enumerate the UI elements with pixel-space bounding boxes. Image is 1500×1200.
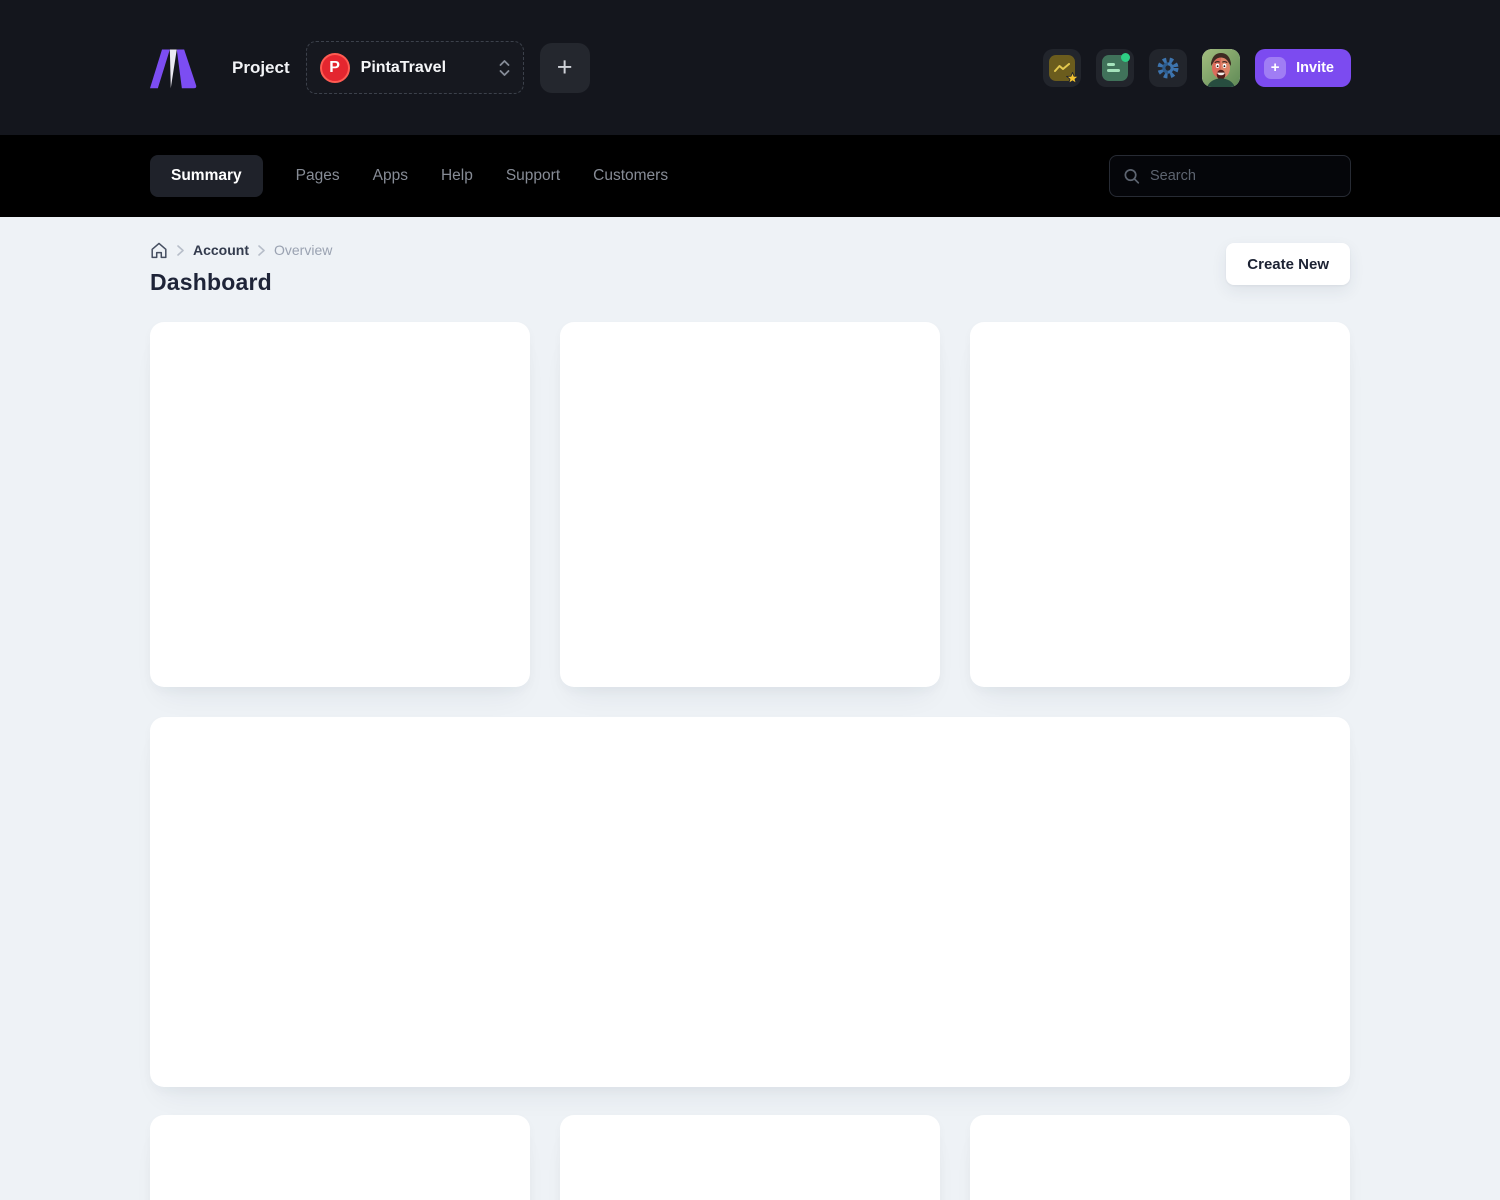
search-input[interactable] (1150, 168, 1337, 184)
star-icon (1066, 72, 1079, 85)
chevron-up-down-icon (499, 58, 510, 78)
card (150, 1115, 530, 1200)
main-nav: Summary Pages Apps Help Support Customer… (0, 135, 1500, 217)
notes-button[interactable] (1096, 49, 1134, 87)
card (150, 322, 530, 687)
main-content: Account Overview Dashboard Create New (0, 217, 1500, 1200)
home-icon[interactable] (150, 242, 168, 259)
chevron-right-icon (177, 245, 184, 256)
project-name: PintaTravel (361, 59, 499, 77)
breadcrumb: Account Overview (150, 241, 332, 259)
user-avatar[interactable] (1202, 49, 1240, 87)
card (560, 322, 940, 687)
card (970, 322, 1350, 687)
notes-icon (1102, 55, 1128, 81)
search-box[interactable] (1109, 155, 1351, 197)
settings-button[interactable] (1149, 49, 1187, 87)
breadcrumb-account[interactable]: Account (193, 242, 249, 258)
app-header: Project P PintaTravel + (0, 0, 1500, 135)
project-badge: P (320, 53, 350, 83)
add-project-button[interactable]: + (540, 43, 590, 93)
avatar-image (1202, 49, 1240, 87)
header-actions: + Invite (1043, 49, 1351, 87)
tab-support[interactable]: Support (506, 155, 560, 197)
brand-logo-icon[interactable] (150, 47, 198, 89)
page-head-left: Account Overview Dashboard (150, 241, 332, 296)
top-cards-row (150, 322, 1350, 687)
project-select[interactable]: P PintaTravel (306, 41, 524, 94)
tab-customers[interactable]: Customers (593, 155, 668, 197)
gear-icon (1156, 56, 1180, 80)
invite-button[interactable]: + Invite (1255, 49, 1351, 87)
notification-dot (1121, 53, 1130, 62)
tab-summary[interactable]: Summary (150, 155, 263, 197)
project-label: Project (232, 58, 290, 78)
wide-card (150, 717, 1350, 1087)
bottom-cards-row (150, 1115, 1350, 1200)
chevron-right-icon (258, 245, 265, 256)
card (970, 1115, 1350, 1200)
page-title: Dashboard (150, 269, 332, 296)
analytics-button[interactable] (1043, 49, 1081, 87)
tab-apps[interactable]: Apps (373, 155, 408, 197)
trend-chart-icon (1049, 55, 1075, 81)
tab-pages[interactable]: Pages (296, 155, 340, 197)
plus-icon: + (1264, 57, 1286, 79)
search-icon (1123, 167, 1140, 185)
create-new-button[interactable]: Create New (1226, 243, 1350, 285)
breadcrumb-overview: Overview (274, 242, 332, 258)
card (560, 1115, 940, 1200)
nav-tabs: Summary Pages Apps Help Support Customer… (150, 155, 668, 197)
tab-help[interactable]: Help (441, 155, 473, 197)
